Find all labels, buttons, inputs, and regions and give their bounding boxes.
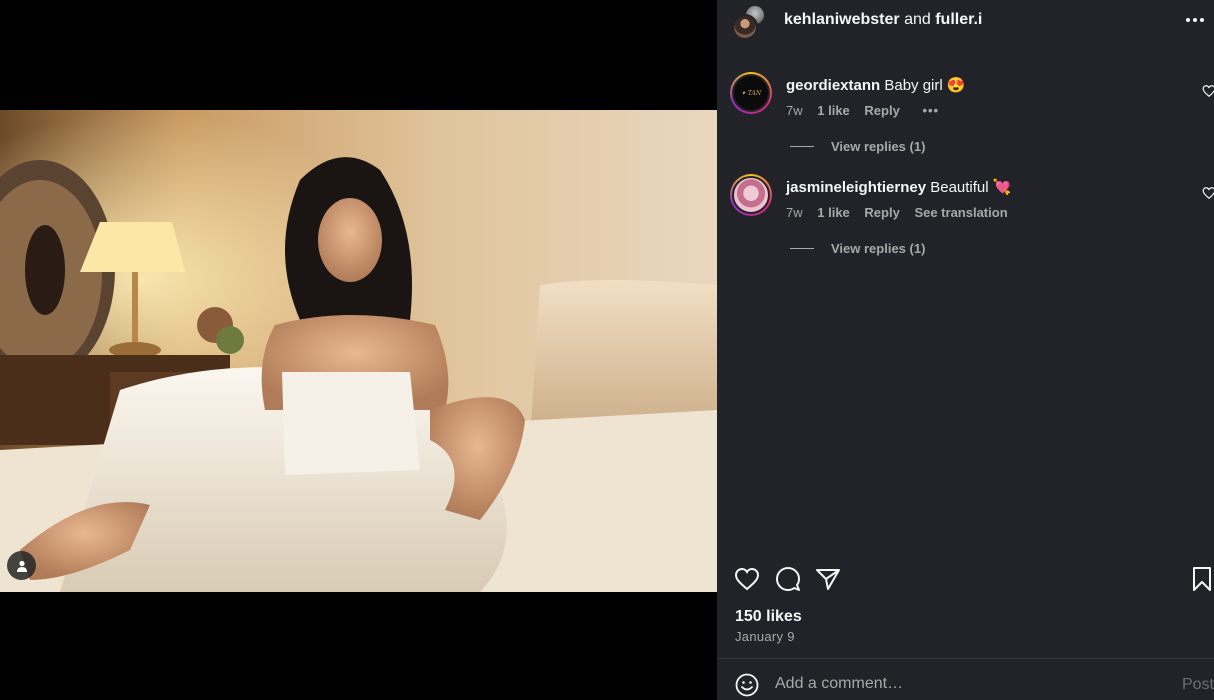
commenter-avatar-image [732,176,770,214]
comment-reply-button[interactable]: Reply [864,205,899,220]
post-photo[interactable] [0,110,717,592]
bookmark-icon [1193,567,1211,591]
emoji-smile-icon[interactable] [735,673,759,697]
post-side-panel: kehlaniwebster and fuller.i ✦ TAN geordi… [717,0,1214,700]
see-translation-button[interactable]: See translation [914,205,1007,220]
comment-button[interactable] [773,562,803,596]
replies-divider-line [790,248,814,249]
comment-like-count[interactable]: 1 like [817,103,850,118]
comment-icon [776,567,800,591]
post-date[interactable]: January 9 [735,629,795,644]
comment-heart-icon[interactable] [1202,186,1214,200]
comment-username[interactable]: jasmineleightierney [786,179,926,196]
comment-text: geordiextann Baby girl 😍 [786,76,966,94]
author-connector: and [904,11,931,28]
commenter-avatar[interactable] [730,174,772,216]
media-pane [0,0,717,700]
user-tag-icon [16,560,27,572]
comment-username[interactable]: geordiextann [786,77,880,94]
view-replies-button[interactable]: View replies (1) [790,241,925,256]
comment-options-button[interactable]: ••• [922,103,939,118]
comment-reply-button[interactable]: Reply [864,103,899,118]
comment-like-count[interactable]: 1 like [817,205,850,220]
share-button[interactable] [813,562,843,596]
replies-divider-line [790,146,814,147]
comment-input[interactable] [775,669,1155,699]
comment-heart-icon[interactable] [1202,84,1214,98]
author-username[interactable]: kehlaniwebster [784,11,900,28]
comment-emoji: 💘 [992,179,1012,196]
commenter-avatar[interactable]: ✦ TAN [730,72,772,114]
comment-text: jasmineleightierney Beautiful 💘 [786,178,1011,196]
comment-body: Beautiful [930,179,989,196]
commenter-avatar-image: ✦ TAN [732,74,770,112]
post-header: kehlaniwebster and fuller.i [717,0,1214,40]
comment-emoji: 😍 [946,77,966,94]
comment-age[interactable]: 7w [786,205,803,220]
comment-age[interactable]: 7w [786,103,803,118]
comment-composer: Post [717,659,1214,700]
comment-meta: 7w 1 like Reply ••• [786,103,950,118]
coauthor-username[interactable]: fuller.i [935,11,982,28]
view-replies-label: View replies (1) [831,139,926,154]
like-button[interactable] [732,562,762,596]
post-authors: kehlaniwebster and fuller.i [784,11,982,29]
view-replies-button[interactable]: View replies (1) [790,139,925,154]
likes-count[interactable]: 150 likes [735,608,802,626]
save-button[interactable] [1187,562,1214,596]
comment-meta: 7w 1 like Reply See translation [786,205,1019,220]
heart-icon [734,567,760,591]
comment-body: Baby girl [884,77,943,94]
post-comment-button[interactable]: Post [1182,676,1214,694]
more-horizontal-icon [1186,18,1204,22]
post-action-bar [717,562,1214,596]
post-options-button[interactable] [1182,8,1208,32]
tagged-users-button[interactable] [7,551,36,580]
view-replies-label: View replies (1) [831,241,926,256]
author-avatar [732,14,758,40]
send-icon [816,569,840,590]
post-photo-image [0,110,717,592]
author-avatars[interactable] [732,4,768,40]
